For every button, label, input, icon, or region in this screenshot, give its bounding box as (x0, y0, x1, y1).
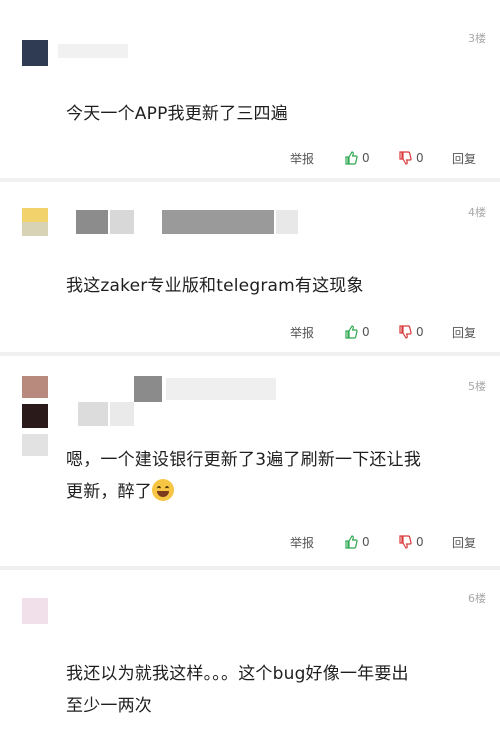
username-blurred (276, 210, 298, 234)
like-button[interactable]: 0 (344, 148, 370, 168)
dislike-button[interactable]: 0 (398, 322, 424, 342)
comment-text-line: 至少一两次 (66, 696, 152, 716)
dislike-count: 0 (416, 325, 424, 339)
avatar-lower (22, 404, 48, 428)
comment-floor-4: 4楼 我这zaker专业版和telegram有这现象 举报 0 0 回复 (0, 182, 500, 352)
username-blurred (166, 378, 276, 400)
like-button[interactable]: 0 (344, 532, 370, 552)
report-label: 举报 (290, 151, 315, 166)
avatar-lower (22, 222, 48, 236)
comment-text: 嗯，一个建设银行更新了3遍了刷新一下还让我 更新，醉了 (66, 444, 486, 508)
comment-text: 我这zaker专业版和telegram有这现象 (66, 276, 364, 296)
avatar[interactable] (22, 598, 48, 624)
avatar[interactable] (22, 40, 48, 66)
comment-floor-6: 6楼 我还以为就我这样。。。这个bug好像一年要出 至少一两次 (0, 570, 500, 735)
reply-button[interactable]: 回复 (452, 148, 476, 168)
username-blurred (162, 210, 274, 234)
username-blurred[interactable] (76, 210, 108, 234)
dislike-button[interactable]: 0 (398, 148, 424, 168)
thumbs-up-icon (345, 325, 358, 339)
reply-label: 回复 (452, 151, 477, 166)
username-blurred (78, 402, 108, 426)
like-count: 0 (362, 151, 370, 165)
comment-text: 我还以为就我这样。。。这个bug好像一年要出 至少一两次 (66, 658, 486, 722)
floor-number: 3楼 (468, 32, 486, 45)
comment-text: 今天一个APP我更新了三四遍 (66, 104, 288, 124)
username-blurred[interactable] (58, 44, 128, 58)
reply-button[interactable]: 回复 (452, 532, 476, 552)
reply-button[interactable]: 回复 (452, 322, 476, 342)
like-button[interactable]: 0 (344, 322, 370, 342)
comment-actions: 举报 0 0 回复 (0, 532, 500, 552)
comment-text-line-2: 更新，醉了 (66, 482, 152, 502)
report-label: 举报 (290, 535, 315, 550)
comment-text-line: 我还以为就我这样。。。这个bug好像一年要出 (66, 664, 409, 684)
comment-actions: 举报 0 0 回复 (0, 148, 500, 168)
avatar-bottom (22, 434, 48, 456)
report-button[interactable]: 举报 (290, 532, 314, 552)
username-blurred[interactable] (134, 376, 162, 402)
dislike-count: 0 (416, 151, 424, 165)
laughing-emoji-icon (152, 479, 174, 501)
thumbs-down-icon (399, 325, 412, 339)
comment-floor-3: 3楼 今天一个APP我更新了三四遍 举报 0 0 回复 (0, 0, 500, 178)
reply-label: 回复 (452, 325, 477, 340)
avatar[interactable] (22, 208, 48, 222)
comment-actions: 举报 0 0 回复 (0, 322, 500, 342)
username-blurred (110, 210, 134, 234)
floor-number: 4楼 (468, 206, 486, 219)
floor-number: 6楼 (468, 592, 486, 605)
thumbs-down-icon (399, 151, 412, 165)
report-label: 举报 (290, 325, 315, 340)
thumbs-up-icon (345, 151, 358, 165)
report-button[interactable]: 举报 (290, 148, 314, 168)
dislike-button[interactable]: 0 (398, 532, 424, 552)
report-button[interactable]: 举报 (290, 322, 314, 342)
dislike-count: 0 (416, 535, 424, 549)
reply-label: 回复 (452, 535, 477, 550)
avatar[interactable] (22, 376, 48, 398)
comment-floor-5: 5楼 嗯，一个建设银行更新了3遍了刷新一下还让我 更新，醉了 举报 0 0 回复 (0, 356, 500, 566)
like-count: 0 (362, 535, 370, 549)
thumbs-up-icon (345, 535, 358, 549)
floor-number: 5楼 (468, 380, 486, 393)
comment-text-line: 嗯，一个建设银行更新了3遍了刷新一下还让我 (66, 450, 422, 470)
username-blurred (110, 402, 134, 426)
like-count: 0 (362, 325, 370, 339)
thumbs-down-icon (399, 535, 412, 549)
comment-text-line: 更新，醉了 (66, 476, 486, 508)
